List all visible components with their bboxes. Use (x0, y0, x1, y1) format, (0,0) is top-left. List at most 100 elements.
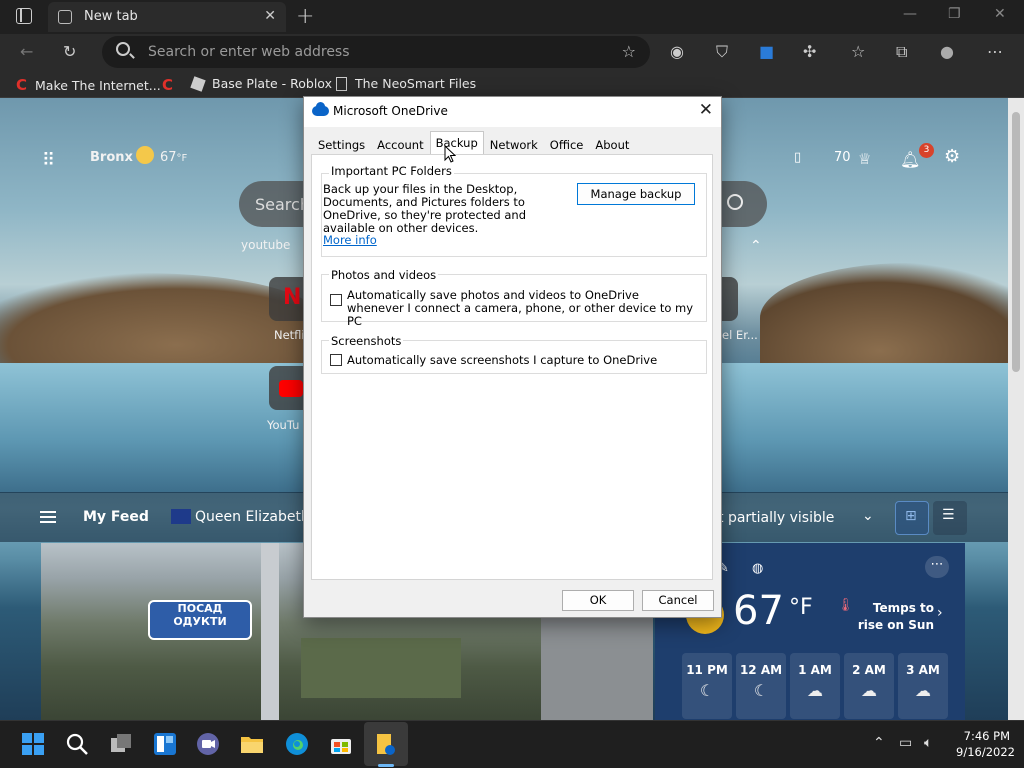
bookmark-item[interactable]: C Make The Internet... (16, 76, 161, 94)
tab-network[interactable]: Network (484, 133, 544, 155)
system-clock[interactable]: 7:46 PM 9/16/2022 (956, 728, 1015, 760)
weather-temperature[interactable]: 67°F (160, 150, 187, 165)
sign-line: ПОСАД (177, 602, 223, 615)
tab-about[interactable]: About (589, 133, 635, 155)
list-icon: ☰ (942, 507, 955, 523)
hourly-forecast[interactable]: 1 AM ☁ (790, 653, 840, 719)
important-folders-description: Back up your files in the Desktop, Docum… (323, 182, 527, 235)
mouse-pointer-icon (444, 145, 456, 163)
dialog-titlebar[interactable]: Microsoft OneDrive ✕ (304, 97, 721, 127)
screenshots-autosave-label[interactable]: Automatically save screenshots I capture… (347, 354, 697, 367)
hourly-forecast[interactable]: 11 PM ☾ (682, 653, 732, 719)
chevron-right-icon[interactable]: › (937, 605, 943, 621)
photos-autosave-checkbox[interactable] (330, 294, 342, 306)
photos-autosave-label[interactable]: Automatically save photos and videos to … (347, 289, 697, 328)
chevron-down-icon[interactable]: ⌄ (862, 508, 874, 524)
feed-topic[interactable]: Queen Elizabeth I (195, 509, 318, 525)
favorites-icon[interactable]: ☆ (851, 42, 865, 61)
settings-gear-icon[interactable]: ⚙ (944, 146, 960, 167)
manage-backup-button[interactable]: Manage backup (577, 183, 695, 205)
globe-icon[interactable]: ◍ (752, 561, 763, 576)
notifications-bell-icon[interactable]: 🔔︎ (900, 150, 920, 169)
feed-menu-icon[interactable] (40, 511, 56, 523)
network-icon[interactable]: ▭ (899, 735, 912, 751)
search-placeholder: Search (255, 195, 310, 214)
rewards-points[interactable]: 70 (834, 150, 851, 165)
cloud-icon: ☁ (807, 681, 823, 700)
browser-tab-bar: New tab ✕ + — ❐ ✕ (0, 0, 1024, 34)
weather-note[interactable]: Temps to rise on Sun (846, 600, 934, 634)
address-bar[interactable]: Search or enter web address ☆ (102, 36, 650, 68)
task-view-icon[interactable] (109, 732, 133, 756)
screenshots-autosave-checkbox[interactable] (330, 354, 342, 366)
teams-chat-icon[interactable] (196, 732, 220, 756)
roblox-icon (190, 75, 206, 92)
rewards-trophy-icon[interactable]: ♕ (858, 150, 871, 168)
hourly-forecast[interactable]: 3 AM ☁ (898, 653, 948, 719)
close-tab-icon[interactable]: ✕ (264, 8, 276, 24)
tab-title: New tab (84, 9, 138, 24)
collapse-chevron-icon[interactable]: ⌃ (750, 238, 762, 254)
onedrive-dialog: Microsoft OneDrive ✕ Settings Account Ba… (303, 96, 722, 618)
restore-icon[interactable]: ❐ (948, 6, 961, 22)
hourly-forecast[interactable]: 2 AM ☁ (844, 653, 894, 719)
phone-icon[interactable]: ▯ (794, 150, 801, 165)
grid-view-button[interactable]: ⊞ (895, 501, 929, 535)
bookmark-item[interactable]: Base Plate - Roblox (190, 75, 332, 92)
widgets-icon[interactable] (153, 732, 177, 756)
more-options-icon[interactable]: ⋯ (987, 42, 1003, 61)
content-visibility[interactable]: t partially visible (718, 510, 834, 526)
search-icon[interactable] (727, 194, 743, 210)
windows-start-icon[interactable] (21, 732, 45, 756)
cloud-icon: ☁ (915, 681, 931, 700)
youtube-icon (279, 380, 303, 397)
list-view-button[interactable]: ☰ (933, 501, 967, 535)
more-info-link[interactable]: More info (323, 233, 377, 247)
tab-new-tab[interactable]: New tab ✕ (48, 2, 286, 32)
search-icon[interactable] (65, 732, 89, 756)
quick-link[interactable]: youtube (241, 238, 290, 252)
moon-cloud-icon: ☾ (753, 681, 769, 700)
close-window-icon[interactable]: ✕ (994, 6, 1006, 22)
tab-actions-icon[interactable] (16, 8, 32, 24)
bookmark-item[interactable]: The NeoSmart Files (336, 76, 476, 91)
weather-location[interactable]: Bronx (90, 150, 133, 165)
onedrive-folder-icon[interactable] (374, 732, 398, 756)
app-launcher-icon[interactable]: ⠿ (42, 150, 56, 171)
tab-office[interactable]: Office (544, 133, 590, 155)
back-arrow-icon[interactable]: ← (20, 42, 33, 61)
refresh-icon[interactable]: ↻ (63, 42, 76, 61)
page-scrollbar[interactable] (1008, 98, 1024, 720)
tab-backup[interactable]: Backup (429, 131, 484, 155)
volume-icon[interactable]: 🔈︎ (924, 735, 932, 751)
profile-avatar-icon[interactable]: ● (940, 42, 954, 61)
collections-icon[interactable]: ⧉ (896, 42, 907, 62)
tile-label: Netfli (274, 328, 305, 342)
outlook-icon[interactable]: ■ (759, 42, 774, 61)
bookmark-item[interactable]: C (162, 76, 173, 94)
show-hidden-icons-chevron[interactable]: ⌃ (873, 735, 885, 751)
hour-label: 1 AM (798, 663, 832, 677)
tab-account[interactable]: Account (371, 133, 429, 155)
hour-label: 12 AM (739, 663, 783, 677)
edge-browser-icon[interactable] (285, 732, 309, 756)
cancel-button[interactable]: Cancel (642, 590, 714, 611)
weather-more-icon[interactable]: ⋯ (925, 556, 949, 578)
scrollbar-thumb[interactable] (1012, 112, 1020, 372)
shield-icon[interactable]: ⛉ (716, 42, 728, 62)
minimize-icon[interactable]: — (903, 6, 917, 22)
bookmark-label: The NeoSmart Files (355, 76, 477, 91)
extensions-puzzle-icon[interactable]: ✣ (803, 42, 816, 61)
new-tab-plus-icon[interactable]: + (296, 4, 314, 29)
file-explorer-icon[interactable] (240, 732, 264, 756)
hour-label: 11 PM (686, 663, 728, 677)
tab-settings[interactable]: Settings (312, 133, 371, 155)
dialog-close-icon[interactable]: ✕ (699, 100, 713, 120)
feed-title[interactable]: My Feed (83, 509, 149, 525)
grid-icon: ⊞ (905, 508, 917, 524)
store-icon[interactable] (329, 732, 353, 756)
hourly-forecast[interactable]: 12 AM ☾ (736, 653, 786, 719)
add-favorite-icon[interactable]: ☆ (622, 42, 636, 61)
extension-glasses-icon[interactable]: ◉ (670, 42, 684, 61)
ok-button[interactable]: OK (562, 590, 634, 611)
